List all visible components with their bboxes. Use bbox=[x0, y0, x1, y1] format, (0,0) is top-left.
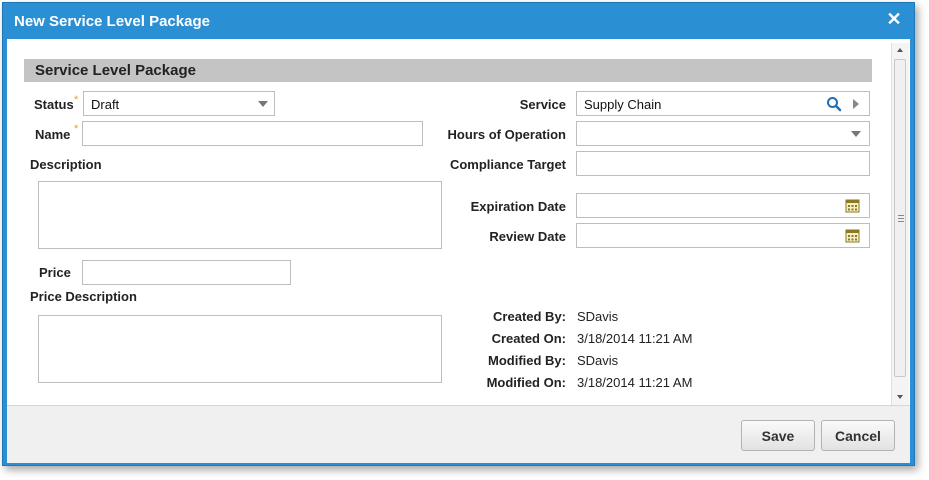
compliance-target-label: Compliance Target bbox=[449, 157, 566, 172]
hours-of-operation-select[interactable] bbox=[576, 121, 870, 146]
dialog-footer: Save Cancel bbox=[7, 405, 910, 463]
dialog-title-bar[interactable]: New Service Level Package ✕ bbox=[3, 3, 914, 39]
created-on-label: Created On: bbox=[491, 331, 566, 346]
modified-by-label: Modified By: bbox=[488, 353, 566, 368]
price-label: Price bbox=[39, 265, 71, 280]
dialog-body: Service Level Package Status * Draft Nam… bbox=[7, 39, 910, 405]
service-value: Supply Chain bbox=[584, 97, 662, 112]
calendar-icon[interactable] bbox=[845, 228, 860, 243]
description-label: Description bbox=[30, 157, 102, 172]
chevron-down-icon bbox=[258, 101, 268, 107]
scrollbar-thumb[interactable] bbox=[894, 59, 906, 377]
status-value: Draft bbox=[91, 97, 120, 112]
modified-on-value: 3/18/2014 11:21 AM bbox=[577, 375, 693, 390]
review-date-input[interactable] bbox=[576, 223, 870, 248]
close-icon[interactable]: ✕ bbox=[884, 9, 904, 29]
save-button[interactable]: Save bbox=[741, 420, 815, 451]
status-required-mark: * bbox=[74, 94, 79, 106]
cancel-button[interactable]: Cancel bbox=[821, 420, 895, 451]
chevron-down-icon bbox=[851, 131, 861, 137]
created-by-value: SDavis bbox=[577, 309, 619, 324]
created-on-value: 3/18/2014 11:21 AM bbox=[577, 331, 693, 346]
compliance-target-input[interactable] bbox=[576, 151, 870, 176]
name-required-mark: * bbox=[74, 123, 79, 135]
expiration-date-label: Expiration Date bbox=[470, 199, 566, 214]
name-label: Name bbox=[35, 127, 71, 142]
scroll-up-icon[interactable] bbox=[897, 48, 903, 52]
description-textarea[interactable] bbox=[38, 181, 442, 249]
scroll-down-icon[interactable] bbox=[897, 395, 903, 399]
dialog-title: New Service Level Package bbox=[14, 13, 210, 30]
created-by-label: Created By: bbox=[493, 309, 566, 324]
vertical-scrollbar[interactable] bbox=[891, 43, 909, 405]
grip-line bbox=[898, 215, 904, 216]
price-input[interactable] bbox=[82, 260, 291, 285]
calendar-icon[interactable] bbox=[845, 198, 860, 213]
hours-of-operation-label: Hours of Operation bbox=[447, 127, 566, 142]
expiration-date-input[interactable] bbox=[576, 193, 870, 218]
service-lookup[interactable]: Supply Chain bbox=[576, 91, 870, 116]
price-description-textarea[interactable] bbox=[38, 315, 442, 383]
search-icon[interactable] bbox=[826, 96, 842, 112]
chevron-right-icon[interactable] bbox=[853, 99, 859, 109]
grip-line bbox=[898, 221, 904, 222]
modified-on-label: Modified On: bbox=[486, 375, 566, 390]
section-header: Service Level Package bbox=[24, 59, 872, 82]
section-title: Service Level Package bbox=[35, 62, 196, 79]
status-select[interactable]: Draft bbox=[83, 91, 275, 116]
grip-line bbox=[898, 218, 904, 219]
review-date-label: Review Date bbox=[489, 229, 566, 244]
new-service-level-package-dialog: New Service Level Package ✕ Service Leve… bbox=[2, 2, 915, 466]
price-description-label: Price Description bbox=[30, 289, 137, 304]
name-input[interactable] bbox=[82, 121, 423, 146]
service-label: Service bbox=[519, 97, 566, 112]
modified-by-value: SDavis bbox=[577, 353, 619, 368]
status-label: Status bbox=[34, 97, 74, 112]
